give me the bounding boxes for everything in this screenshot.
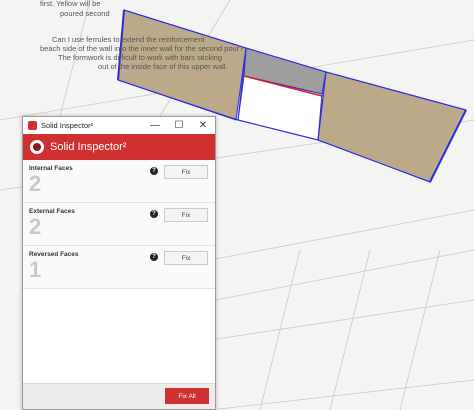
section-count: 2 [29, 171, 42, 196]
help-icon[interactable]: ? [150, 210, 158, 218]
reversed-faces-section: Reversed Faces 1 ? Fix [23, 246, 215, 289]
right-wall-face[interactable] [317, 71, 467, 183]
inspector-title: Solid Inspector² [50, 141, 127, 153]
maximize-button[interactable]: ☐ [167, 117, 191, 134]
inspector-footer: Fix All [23, 383, 215, 409]
inspector-header: Solid Inspector² [23, 134, 215, 160]
close-button[interactable]: ✕ [191, 117, 215, 134]
fix-internal-faces-button[interactable]: Fix [164, 165, 208, 179]
fix-external-faces-button[interactable]: Fix [164, 208, 208, 222]
fix-all-button[interactable]: Fix All [165, 388, 209, 404]
window-titlebar[interactable]: Solid Inspector² — ☐ ✕ [23, 117, 215, 134]
internal-faces-section: Internal Faces 2 ? Fix [23, 160, 215, 203]
solid-inspector-window: Solid Inspector² — ☐ ✕ Solid Inspector² … [22, 116, 216, 410]
window-title: Solid Inspector² [41, 121, 94, 130]
minimize-button[interactable]: — [143, 117, 167, 134]
left-wall-face[interactable] [117, 9, 247, 121]
fix-reversed-faces-button[interactable]: Fix [164, 251, 208, 265]
help-icon[interactable]: ? [150, 253, 158, 261]
help-icon[interactable]: ? [150, 167, 158, 175]
section-count: 1 [29, 257, 42, 282]
inspector-logo-icon [30, 140, 44, 154]
external-faces-section: External Faces 2 ? Fix [23, 203, 215, 246]
app-icon [28, 121, 37, 130]
section-count: 2 [29, 214, 42, 239]
